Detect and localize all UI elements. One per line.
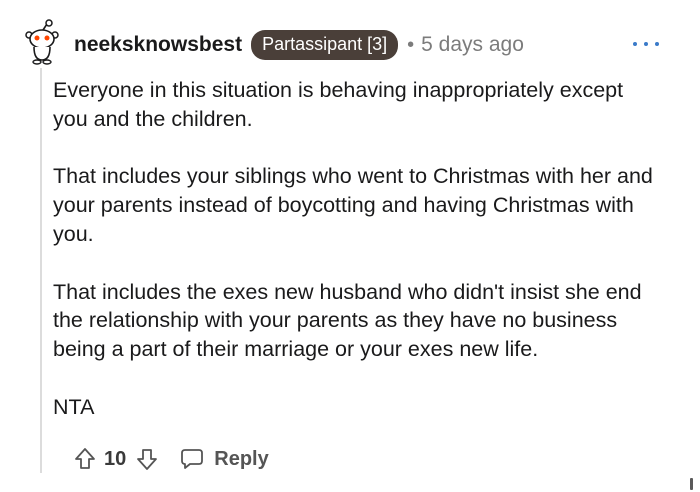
downvote-arrow-icon xyxy=(137,449,158,470)
speech-bubble-icon xyxy=(181,449,204,469)
comment-paragraph: That includes your siblings who went to … xyxy=(53,164,653,246)
upvote-arrow-icon xyxy=(75,448,95,469)
more-options-button[interactable] xyxy=(633,34,659,54)
user-flair-badge: Partassipant [3] xyxy=(251,30,399,60)
vote-score: 10 xyxy=(104,447,127,470)
comment-paragraph: Everyone in this situation is behaving i… xyxy=(53,78,624,131)
avatar[interactable] xyxy=(22,18,62,66)
username[interactable]: neeksknowsbest xyxy=(74,33,242,57)
more-options-icon xyxy=(633,42,637,46)
downvote-button[interactable] xyxy=(134,446,160,472)
thread-line xyxy=(40,68,42,473)
scrollbar-thumb[interactable] xyxy=(690,478,693,490)
reply-button[interactable]: Reply xyxy=(180,447,269,471)
comment-header: neeksknowsbest Partassipant [3] • 5 days… xyxy=(74,26,524,64)
separator-dot: • xyxy=(407,33,415,56)
comment-paragraph: That includes the exes new husband who d… xyxy=(53,279,642,362)
comment-actions: 10 Reply xyxy=(72,444,269,474)
comment-paragraph: NTA xyxy=(53,394,95,419)
upvote-button[interactable] xyxy=(72,446,98,472)
reply-label: Reply xyxy=(214,447,269,470)
timestamp[interactable]: 5 days ago xyxy=(421,33,524,57)
reddit-snoo-avatar-icon xyxy=(25,19,59,65)
comment-body: Everyone in this situation is behaving i… xyxy=(53,76,653,450)
